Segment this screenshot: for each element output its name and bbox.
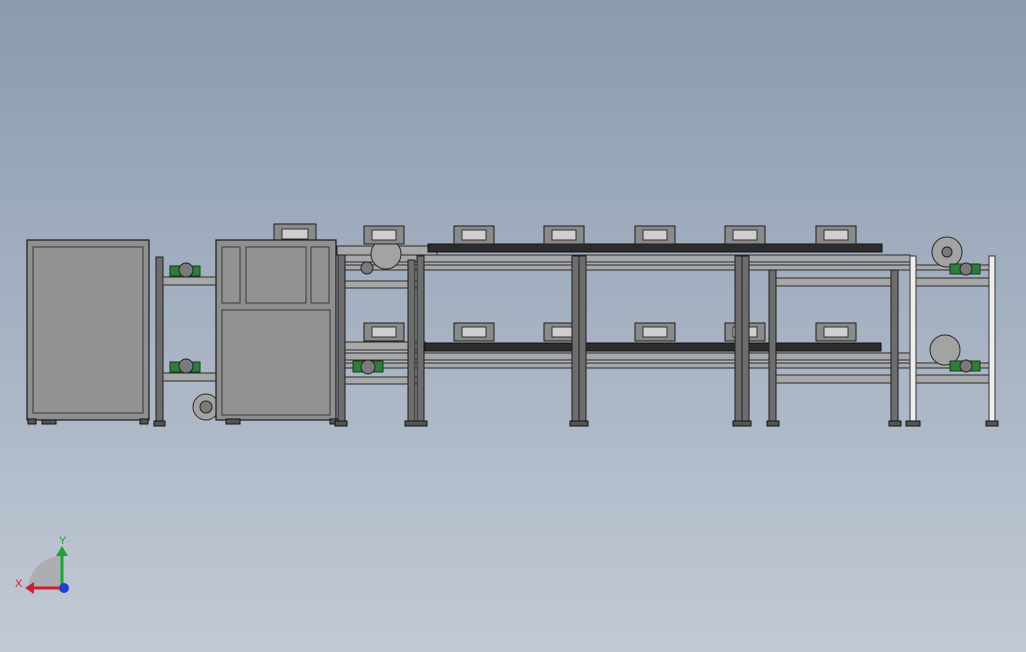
leg-10 (909, 255, 917, 422)
upper-plate-4-hole (642, 229, 668, 241)
cabinet-foot-right (139, 418, 149, 425)
leg-5 (578, 255, 587, 422)
housing-lower-door (221, 309, 331, 416)
z-axis-dot-icon (59, 583, 69, 593)
lower-cross-end (914, 374, 991, 384)
sprocket-upper-entry (360, 261, 374, 275)
upper-cross-right (774, 277, 892, 287)
foot-3 (569, 420, 589, 427)
feed-beam-top (162, 276, 220, 286)
leveling-feet (334, 420, 999, 427)
foot-7 (905, 420, 921, 427)
leg-7 (741, 255, 750, 422)
sprocket-2 (178, 358, 194, 374)
lower-plate-6-hole (823, 326, 849, 338)
foot-1 (334, 420, 348, 427)
leg-9 (890, 269, 899, 422)
lower-side-rail (344, 352, 911, 361)
housing-upper-center (245, 246, 307, 304)
foot-5 (766, 420, 780, 427)
feed-leg-left (155, 256, 164, 423)
lower-belt (424, 342, 882, 352)
upper-side-rail (339, 254, 911, 263)
upper-plate-1-hole (371, 229, 397, 241)
housing-top-plate-hole (281, 228, 309, 240)
assembly-drawing: Y X (15, 223, 999, 594)
cabinet-door (32, 246, 144, 414)
upper-plate-6-hole (823, 229, 849, 241)
sprocket-1 (178, 262, 194, 278)
housing-foot-left (225, 418, 241, 425)
control-cabinet (26, 239, 150, 425)
leg-11 (988, 255, 996, 422)
lower-plate-2-hole (461, 326, 487, 338)
leg-4 (571, 255, 580, 422)
leg-2 (407, 259, 416, 422)
foot-6 (888, 420, 902, 427)
cabinet-base (41, 419, 57, 425)
y-axis-label: Y (59, 535, 67, 547)
cabinet-foot-left (27, 418, 37, 425)
lower-plate-4-hole (642, 326, 668, 338)
foot-2 (404, 420, 428, 427)
lower-mounting-plates (363, 322, 857, 342)
leg-1 (337, 254, 346, 422)
foot-8 (985, 420, 999, 427)
lower-plate-1-hole (371, 326, 397, 338)
upper-mounting-plates (363, 225, 857, 245)
upper-plate-5-hole (732, 229, 758, 241)
lower-cross-right (774, 374, 892, 384)
cad-viewport[interactable]: Y X (0, 0, 1026, 652)
leg-8 (768, 269, 777, 422)
sprocket-upper-end (959, 262, 973, 276)
upper-belt (427, 243, 883, 253)
idler-hub-lower (199, 400, 213, 414)
housing-upper-left (221, 246, 241, 304)
upper-cross-left (344, 280, 418, 289)
foot-4 (732, 420, 752, 427)
upper-plate-3-hole (551, 229, 577, 241)
upper-cross-end (914, 277, 991, 287)
y-axis-arrowhead-icon (56, 546, 68, 556)
leg-3 (416, 255, 425, 422)
upper-lower-rail (339, 264, 991, 271)
feed-foot (153, 420, 166, 427)
sprocket-lower-entry (360, 359, 376, 375)
tail-roller-upper-hub (941, 246, 953, 258)
feed-beam-mid (162, 372, 220, 382)
sprocket-lower-end (959, 359, 973, 373)
upper-plate-2-hole (461, 229, 487, 241)
leg-6 (734, 255, 743, 422)
feed-frame (153, 256, 220, 427)
lower-cross-left (344, 376, 418, 385)
x-axis-label: X (15, 578, 23, 590)
coordinate-triad: Y X (15, 535, 69, 594)
housing-upper-right (310, 246, 330, 304)
machine-housing (215, 223, 345, 425)
